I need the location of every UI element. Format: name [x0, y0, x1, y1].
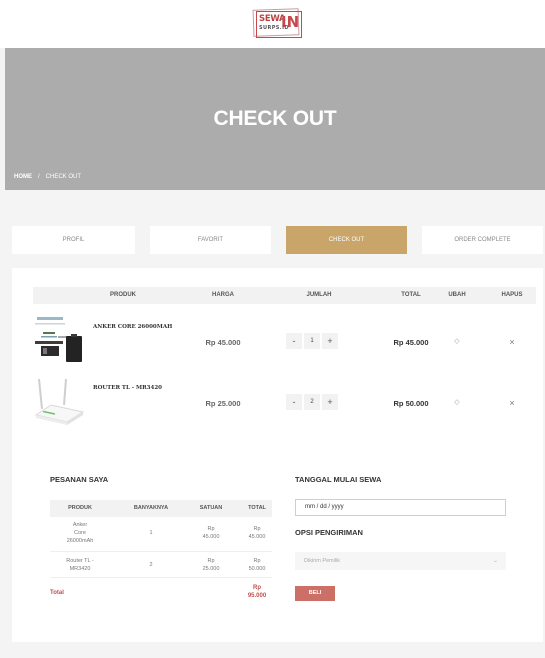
summary-total-l2: 50.000 — [248, 566, 266, 572]
checkout-page: SEWA IN SURPS.ID CHECK OUT HOME / CHECK OU… — [0, 0, 545, 658]
summary-product-l1: Anker — [72, 522, 88, 528]
step-favorit[interactable]: FAVORIT — [150, 226, 271, 254]
page-title: CHECK OUT — [213, 107, 337, 130]
col-ubah: UBAH — [448, 292, 466, 298]
delete-icon[interactable]: × — [506, 336, 518, 348]
row-total: Rp 45.000 — [393, 338, 429, 347]
increase-button[interactable]: + — [322, 394, 338, 410]
col-jumlah: JUMLAH — [306, 292, 332, 298]
step-order-complete[interactable]: ORDER COMPLETE — [422, 226, 543, 254]
step-profil[interactable]: PROFIL — [12, 226, 135, 254]
chevron-down-icon: ⌄ — [492, 558, 498, 564]
breadcrumb-home[interactable]: HOME — [14, 174, 32, 180]
summary-unit-l1: Rp — [207, 526, 215, 532]
quantity-value[interactable]: 1 — [304, 333, 320, 349]
summary-product-l2: Core — [74, 530, 86, 536]
summary-row: Router TL - MR3420 2 Rp 25.000 Rp 50.000 — [50, 553, 272, 578]
cart-row: ROUTER TL - MR3420 Rp 25.000 - 2 + Rp 50… — [33, 375, 536, 430]
decrease-button[interactable]: - — [286, 333, 302, 349]
quantity-value[interactable]: 2 — [304, 394, 320, 410]
summary-col-banyaknya: BANYAKNYA — [133, 505, 169, 511]
breadcrumb: HOME / CHECK OUT — [14, 174, 81, 180]
summary-row: Anker Core 26000mAh 1 Rp 45.000 Rp 45.00… — [50, 519, 272, 552]
start-date-input[interactable]: mm / dd / yyyy — [295, 499, 506, 516]
quantity-stepper: - 2 + — [286, 394, 352, 410]
step-check-out[interactable]: CHECK OUT — [286, 226, 407, 254]
site-header: SEWA IN SURPS.ID — [0, 0, 545, 48]
grand-total-l2: 95.000 — [247, 593, 267, 599]
increase-button[interactable]: + — [322, 333, 338, 349]
grand-total-value: Rp 95.000 — [242, 584, 272, 600]
summary-unit-l2: 45.000 — [202, 534, 220, 540]
breadcrumb-current: CHECK OUT — [45, 174, 82, 180]
edit-icon[interactable]: ◇ — [451, 397, 463, 409]
grand-total-l1: Rp — [253, 585, 261, 591]
cart-table-header: PRODUK HARGA JUMLAH TOTAL UBAH HAPUS — [33, 287, 536, 304]
col-hapus: HAPUS — [501, 292, 523, 298]
summary-count: 2 — [149, 562, 153, 568]
shipping-select[interactable]: Dikirim Pemilik ⌄ — [295, 552, 506, 570]
summary-grand-total: Total Rp 95.000 — [50, 580, 272, 608]
summary-col-produk: PRODUK — [68, 505, 92, 511]
product-price: Rp 25.000 — [205, 399, 241, 408]
decrease-button[interactable]: - — [286, 394, 302, 410]
order-summary-title: PESANAN SAYA — [50, 475, 109, 484]
summary-col-satuan: SATUAN — [199, 505, 223, 511]
summary-total-l2: 45.000 — [248, 534, 266, 540]
router-image[interactable] — [33, 375, 88, 430]
summary-total-l1: Rp — [253, 526, 261, 532]
edit-icon[interactable]: ◇ — [451, 336, 463, 348]
logo-word-surps: SURPS.ID — [259, 25, 289, 31]
summary-count: 1 — [149, 530, 153, 536]
summary-total-l1: Rp — [253, 558, 261, 564]
shipping-title: OPSI PENGIRIMAN — [295, 528, 363, 537]
checkout-card: PRODUK HARGA JUMLAH TOTAL UBAH HAPUS ANK… — [12, 268, 543, 642]
breadcrumb-separator: / — [38, 174, 40, 180]
summary-product-l2: MR3420 — [69, 566, 91, 572]
page-banner: CHECK OUT HOME / CHECK OUT — [5, 48, 545, 190]
summary-unit-l1: Rp — [207, 558, 215, 564]
checkout-steps: PROFIL FAVORIT CHECK OUT ORDER COMPLETE — [0, 226, 545, 254]
product-price: Rp 45.000 — [205, 338, 241, 347]
product-name[interactable]: ANKER CORE 26000MAH — [93, 324, 172, 330]
summary-product-l3: 26000mAh — [66, 538, 94, 544]
summary-unit-l2: 25.000 — [202, 566, 220, 572]
row-total: Rp 50.000 — [393, 399, 429, 408]
quantity-stepper: - 1 + — [286, 333, 352, 349]
shipping-selected-value: Dikirim Pemilik — [304, 558, 341, 564]
summary-col-total: TOTAL — [248, 505, 266, 511]
buy-button[interactable]: BELI — [295, 586, 335, 601]
powerbank-image[interactable] — [33, 314, 88, 369]
cart-row: ANKER CORE 26000MAH Rp 45.000 - 1 + Rp 4… — [33, 314, 536, 369]
product-name[interactable]: ROUTER TL - MR3420 — [93, 385, 162, 391]
sewain-logo[interactable]: SEWA IN SURPS.ID — [252, 8, 303, 39]
summary-product-l1: Router TL - — [66, 558, 94, 564]
start-date-title: TANGGAL MULAI SEWA — [295, 475, 382, 484]
col-produk: PRODUK — [109, 292, 136, 298]
col-total: TOTAL — [401, 292, 421, 298]
delete-icon[interactable]: × — [506, 397, 518, 409]
summary-header: PRODUK BANYAKNYA SATUAN TOTAL — [50, 500, 272, 517]
col-harga: HARGA — [212, 292, 234, 298]
grand-total-label: Total — [50, 590, 64, 596]
